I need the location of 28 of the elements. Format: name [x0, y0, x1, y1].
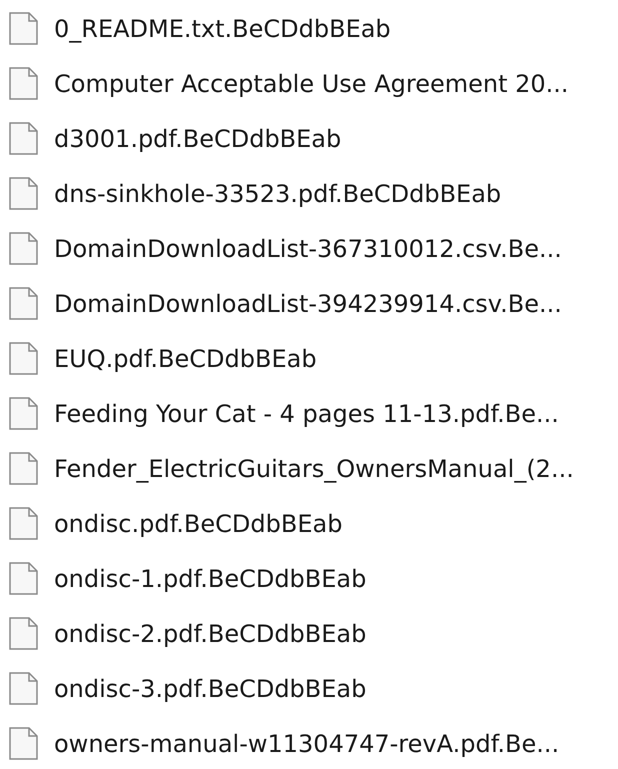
file-icon [9, 562, 38, 595]
file-name[interactable]: 0_README.txt.BeCDdbBEab [54, 16, 391, 40]
file-icon [9, 232, 38, 265]
file-icon [9, 342, 38, 375]
file-name[interactable]: ondisc.pdf.BeCDdbBEab [54, 512, 342, 536]
file-name[interactable]: DomainDownloadList-367310012.csv.Be... [54, 236, 562, 260]
file-icon [9, 177, 38, 210]
file-icon [9, 287, 38, 320]
file-icon [9, 12, 38, 45]
file-name[interactable]: ondisc-3.pdf.BeCDdbBEab [54, 676, 366, 700]
file-name[interactable]: ondisc-2.pdf.BeCDdbBEab [54, 622, 366, 646]
file-name[interactable]: owners-manual-w11304747-revA.pdf.Be... [54, 732, 560, 756]
file-name[interactable]: Fender_ElectricGuitars_OwnersManual_(2... [54, 456, 574, 480]
file-name[interactable]: DomainDownloadList-394239914.csv.Be... [54, 292, 562, 316]
file-icon [9, 122, 38, 155]
file-icon [9, 67, 38, 100]
file-icon [9, 672, 38, 705]
file-name[interactable]: Feeding Your Cat - 4 pages 11-13.pdf.Be... [54, 402, 559, 426]
file-name[interactable]: EUQ.pdf.BeCDdbBEab [54, 346, 317, 370]
file-icon [9, 452, 38, 485]
file-icon [9, 397, 38, 430]
file-icon [9, 507, 38, 540]
file-name[interactable]: d3001.pdf.BeCDdbBEab [54, 126, 342, 150]
file-icon [9, 727, 38, 760]
file-name[interactable]: dns-sinkhole-33523.pdf.BeCDdbBEab [54, 182, 502, 206]
file-icon [9, 617, 38, 650]
file-name[interactable]: Computer Acceptable Use Agreement 20... [54, 72, 569, 96]
file-name[interactable]: ondisc-1.pdf.BeCDdbBEab [54, 566, 366, 590]
